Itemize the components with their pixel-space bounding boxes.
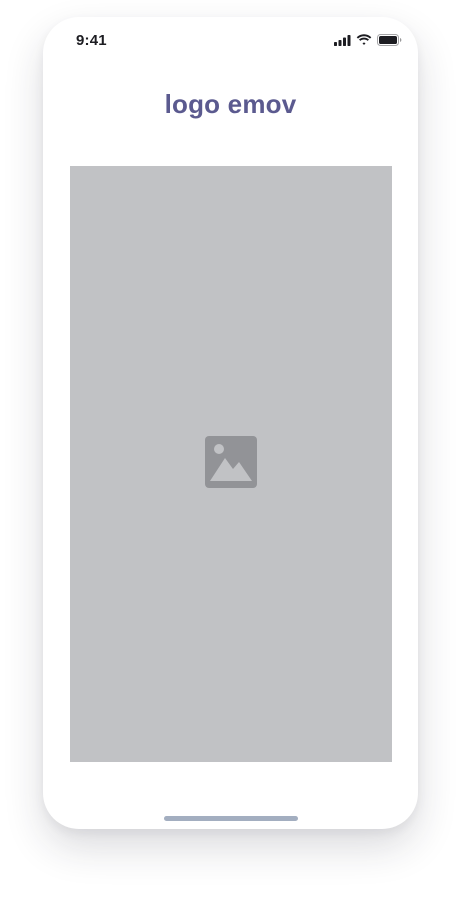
status-bar: 9:41	[43, 17, 418, 65]
status-time: 9:41	[76, 32, 107, 49]
home-indicator[interactable]	[164, 816, 298, 821]
logo: logo emov	[164, 89, 297, 119]
wifi-icon	[356, 34, 372, 46]
image-placeholder	[70, 166, 392, 762]
cellular-signal-icon	[334, 34, 351, 46]
status-icons	[334, 34, 402, 46]
image-icon	[205, 435, 257, 493]
battery-icon	[377, 34, 402, 46]
phone-screen: 9:41 logo emov	[43, 17, 418, 829]
